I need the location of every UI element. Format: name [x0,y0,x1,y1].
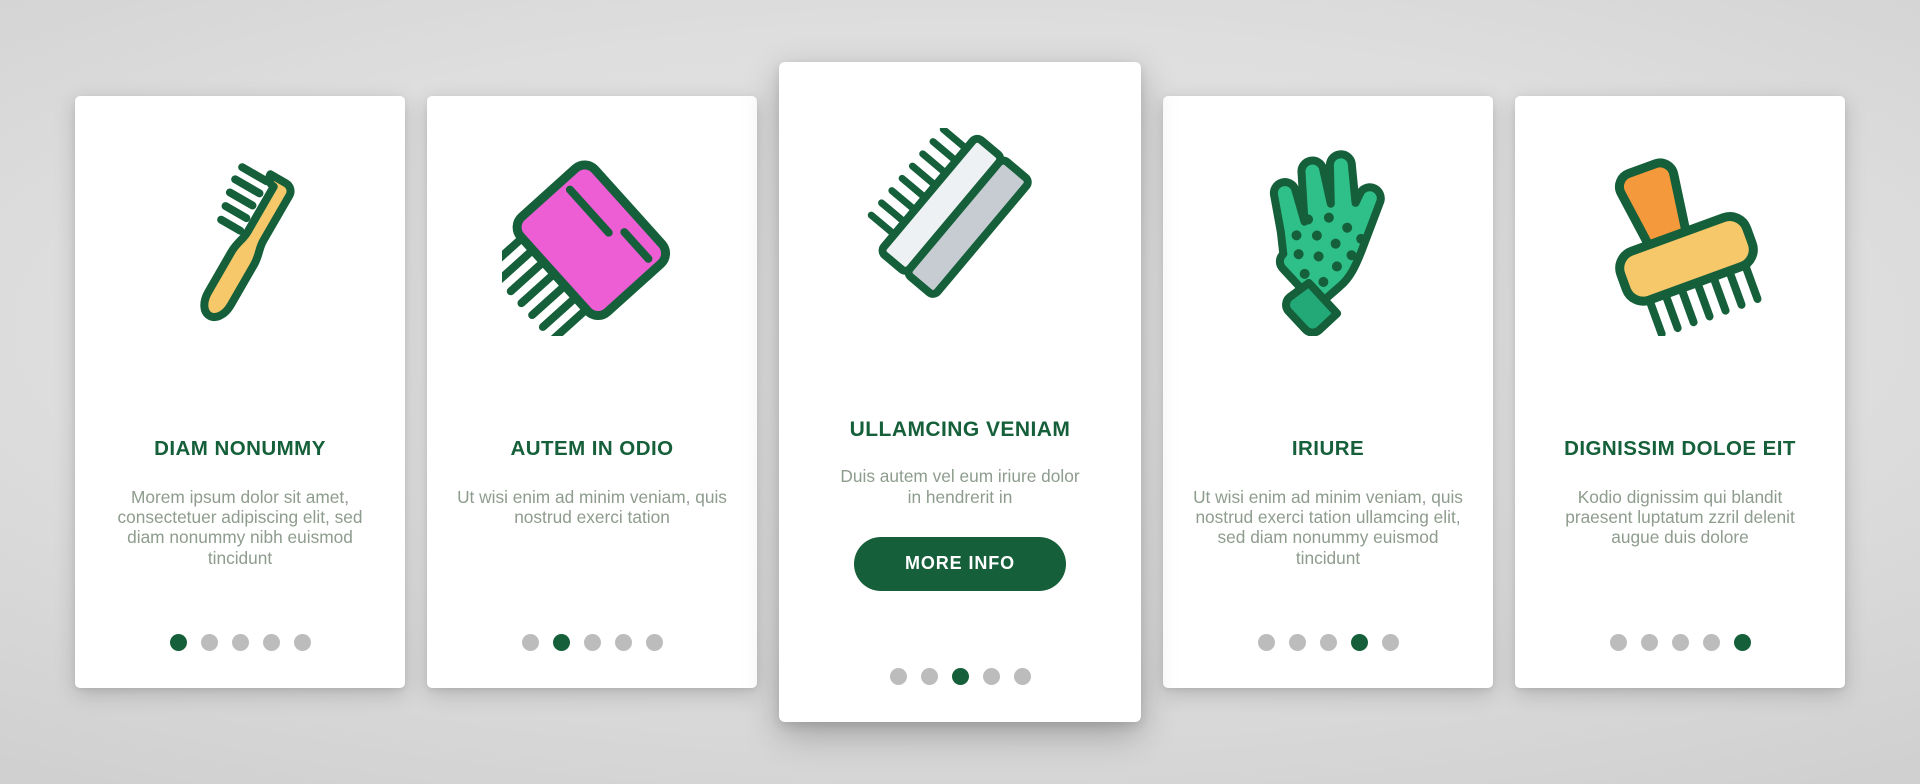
pagination-dot[interactable] [982,668,1000,685]
card-title: DIAM NONUMMY [154,437,326,460]
grooming-glove-icon [1189,96,1467,386]
pagination-dot[interactable] [1288,634,1306,651]
pagination-dot[interactable] [1013,668,1031,685]
pagination-dot[interactable] [1319,634,1337,651]
pagination-dot[interactable] [1733,634,1751,651]
card-description: Kodio dignissim qui blandit praesent lup… [1565,486,1795,548]
rake-brush-icon [1541,96,1819,386]
pagination-dot[interactable] [552,634,570,651]
card-title: ULLAMCING VENIAM [849,418,1071,441]
toothbrush-icon [101,96,379,386]
card-description: Duis autem vel eum iriure dolor in hendr… [840,466,1080,507]
pagination-dot[interactable] [1257,634,1275,651]
pagination-dot[interactable] [614,634,632,651]
pagination-dot[interactable] [169,634,187,651]
onboarding-card-1[interactable]: DIAM NONUMMY Morem ipsum dolor sit amet,… [75,96,405,688]
slicker-brush-icon [809,62,1111,384]
pagination-dots[interactable] [1609,634,1751,688]
card-description: Morem ipsum dolor sit amet, consectetuer… [117,486,363,568]
comb-icon [453,96,731,386]
pagination-dot[interactable] [1350,634,1368,651]
pagination-dot[interactable] [521,634,539,651]
card-description: Ut wisi enim ad minim veniam, quis nostr… [457,486,727,527]
pagination-dot[interactable] [1671,634,1689,651]
card-description: Ut wisi enim ad minim veniam, quis nostr… [1193,486,1463,568]
pagination-dots[interactable] [889,668,1031,722]
pagination-dot[interactable] [889,668,907,685]
pagination-dot[interactable] [293,634,311,651]
onboarding-card-3[interactable]: ULLAMCING VENIAM Duis autem vel eum iriu… [779,62,1141,722]
pagination-dot[interactable] [583,634,601,651]
more-info-button[interactable]: MORE INFO [854,536,1066,591]
onboarding-screens-stage: DIAM NONUMMY Morem ipsum dolor sit amet,… [0,0,1920,784]
pagination-dot[interactable] [951,668,969,685]
pagination-dot[interactable] [645,634,663,651]
pagination-dot[interactable] [1702,634,1720,651]
pagination-dot[interactable] [1381,634,1399,651]
pagination-dots[interactable] [169,634,311,688]
pagination-dot[interactable] [1609,634,1627,651]
card-title: IRIURE [1291,437,1365,460]
pagination-dots[interactable] [1257,634,1399,688]
pagination-dot[interactable] [231,634,249,651]
pagination-dot[interactable] [1640,634,1658,651]
card-title: DIGNISSIM DOLOE EIT [1564,437,1796,460]
onboarding-card-4[interactable]: IRIURE Ut wisi enim ad minim veniam, qui… [1163,96,1493,688]
onboarding-card-5[interactable]: DIGNISSIM DOLOE EIT Kodio dignissim qui … [1515,96,1845,688]
onboarding-card-2[interactable]: AUTEM IN ODIO Ut wisi enim ad minim veni… [427,96,757,688]
pagination-dot[interactable] [262,634,280,651]
card-title: AUTEM IN ODIO [510,437,674,460]
pagination-dots[interactable] [521,634,663,688]
pagination-dot[interactable] [200,634,218,651]
pagination-dot[interactable] [920,668,938,685]
